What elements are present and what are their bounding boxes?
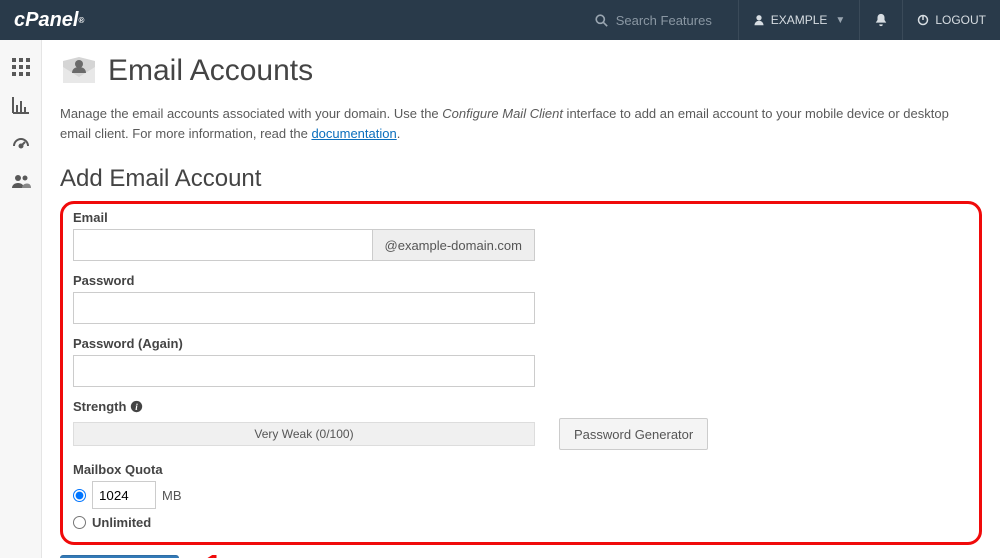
user-icon <box>753 14 765 26</box>
strength-bar: Very Weak (0/100) <box>73 422 535 446</box>
search-icon <box>595 14 608 27</box>
password-input[interactable] <box>73 292 535 324</box>
search-input[interactable] <box>616 13 726 28</box>
user-menu[interactable]: EXAMPLE ▼ <box>738 0 860 40</box>
sidebar <box>0 40 42 558</box>
quota-radio-value[interactable] <box>73 489 86 502</box>
password-generator-button[interactable]: Password Generator <box>559 418 708 450</box>
sidebar-item-home[interactable] <box>0 48 42 86</box>
sidebar-item-users[interactable] <box>0 162 42 200</box>
password-again-input[interactable] <box>73 355 535 387</box>
user-label: EXAMPLE <box>771 13 828 27</box>
password-label: Password <box>73 273 969 288</box>
quota-unit: MB <box>162 488 182 503</box>
logout-label: LOGOUT <box>935 13 986 27</box>
email-domain-addon: @example-domain.com <box>372 229 535 261</box>
logout-icon <box>917 14 929 26</box>
quota-input[interactable] <box>92 481 156 509</box>
content-area: Email Accounts Manage the email accounts… <box>42 40 1000 558</box>
notifications-button[interactable] <box>859 0 902 40</box>
sidebar-item-stats[interactable] <box>0 86 42 124</box>
email-label: Email <box>73 210 969 225</box>
quota-radio-unlimited[interactable] <box>73 516 86 529</box>
logo: cPanel® <box>0 9 98 32</box>
page-header: Email Accounts <box>60 52 982 90</box>
users-icon <box>11 173 31 189</box>
barchart-icon <box>12 96 30 114</box>
topbar: cPanel® EXAMPLE ▼ LOGOUT <box>0 0 1000 40</box>
email-input[interactable] <box>73 229 372 261</box>
bell-icon <box>874 13 888 27</box>
annotation-box: Email @example-domain.com Password Passw… <box>60 201 982 545</box>
gauge-icon <box>12 134 30 152</box>
search-wrap[interactable] <box>595 13 726 28</box>
info-icon: i <box>130 400 143 413</box>
intro-text: Manage the email accounts associated wit… <box>60 104 982 143</box>
grid-icon <box>12 58 30 76</box>
chevron-down-icon: ▼ <box>835 15 845 26</box>
password-again-label: Password (Again) <box>73 336 969 351</box>
page-title: Email Accounts <box>108 54 313 88</box>
sidebar-item-dashboard[interactable] <box>0 124 42 162</box>
email-icon <box>60 52 98 90</box>
section-title: Add Email Account <box>60 165 982 193</box>
documentation-link[interactable]: documentation <box>311 126 396 141</box>
strength-label: Strength i <box>73 399 969 414</box>
quota-label: Mailbox Quota <box>73 462 969 477</box>
logout-button[interactable]: LOGOUT <box>902 0 1000 40</box>
quota-unlimited-label: Unlimited <box>92 515 151 530</box>
